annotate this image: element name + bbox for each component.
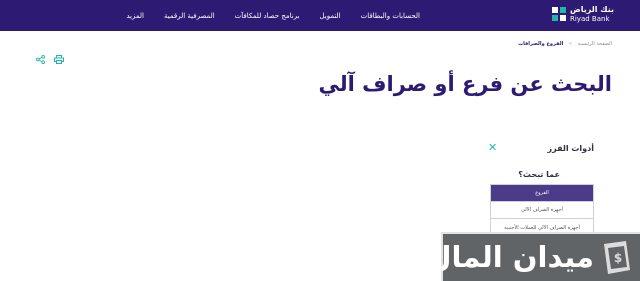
riyad-bank-logo[interactable]: بنك الرياض Riyad Bank <box>552 5 614 27</box>
search-type-options: الفروع أجهزة الصراف الآلي أجهزة الصراف ا… <box>490 184 594 237</box>
share-icon[interactable] <box>36 55 45 64</box>
print-icon[interactable] <box>54 55 64 64</box>
nav-hassad-rewards[interactable]: برنامج حصاد للمكافآت <box>235 12 300 20</box>
search-type-question: عما تبحث؟ <box>518 170 560 179</box>
sort-tools-title: أدوات الفرز <box>547 144 594 153</box>
main-menu: الحسابات والبطاقات التمويل برنامج حصاد ل… <box>126 0 420 31</box>
nav-accounts-cards[interactable]: الحسابات والبطاقات <box>361 12 420 20</box>
logo-english-text: Riyad Bank <box>570 15 610 23</box>
logo-arabic-text: بنك الرياض <box>570 5 614 14</box>
option-atms[interactable]: أجهزة الصراف الآلي <box>491 202 593 219</box>
breadcrumb-home-link[interactable]: الصفحة الرئيسية <box>578 41 613 47</box>
breadcrumb-current: الفروع والصرافات <box>518 41 564 47</box>
breadcrumb-separator: > <box>568 41 573 47</box>
watermark-overlay: ميدان المال $ <box>426 232 640 281</box>
option-branches[interactable]: الفروع <box>491 185 593 202</box>
page-title: البحث عن فرع أو صراف آلي <box>318 72 612 96</box>
svg-text:$: $ <box>614 251 622 265</box>
top-navigation-bar: بنك الرياض Riyad Bank الحسابات والبطاقات… <box>0 0 640 31</box>
nav-digital-banking[interactable]: المصرفية الرقمية <box>164 12 215 20</box>
page-tools <box>36 55 64 64</box>
breadcrumb: الصفحة الرئيسية > الفروع والصرافات <box>518 41 612 47</box>
close-icon[interactable]: ✕ <box>488 142 497 154</box>
money-phone-icon: $ <box>604 241 630 274</box>
watermark-text: ميدان المال <box>426 240 594 274</box>
logo-mark-icon <box>552 7 567 22</box>
nav-more[interactable]: المزيد <box>126 12 144 20</box>
nav-financing[interactable]: التمويل <box>320 12 341 20</box>
